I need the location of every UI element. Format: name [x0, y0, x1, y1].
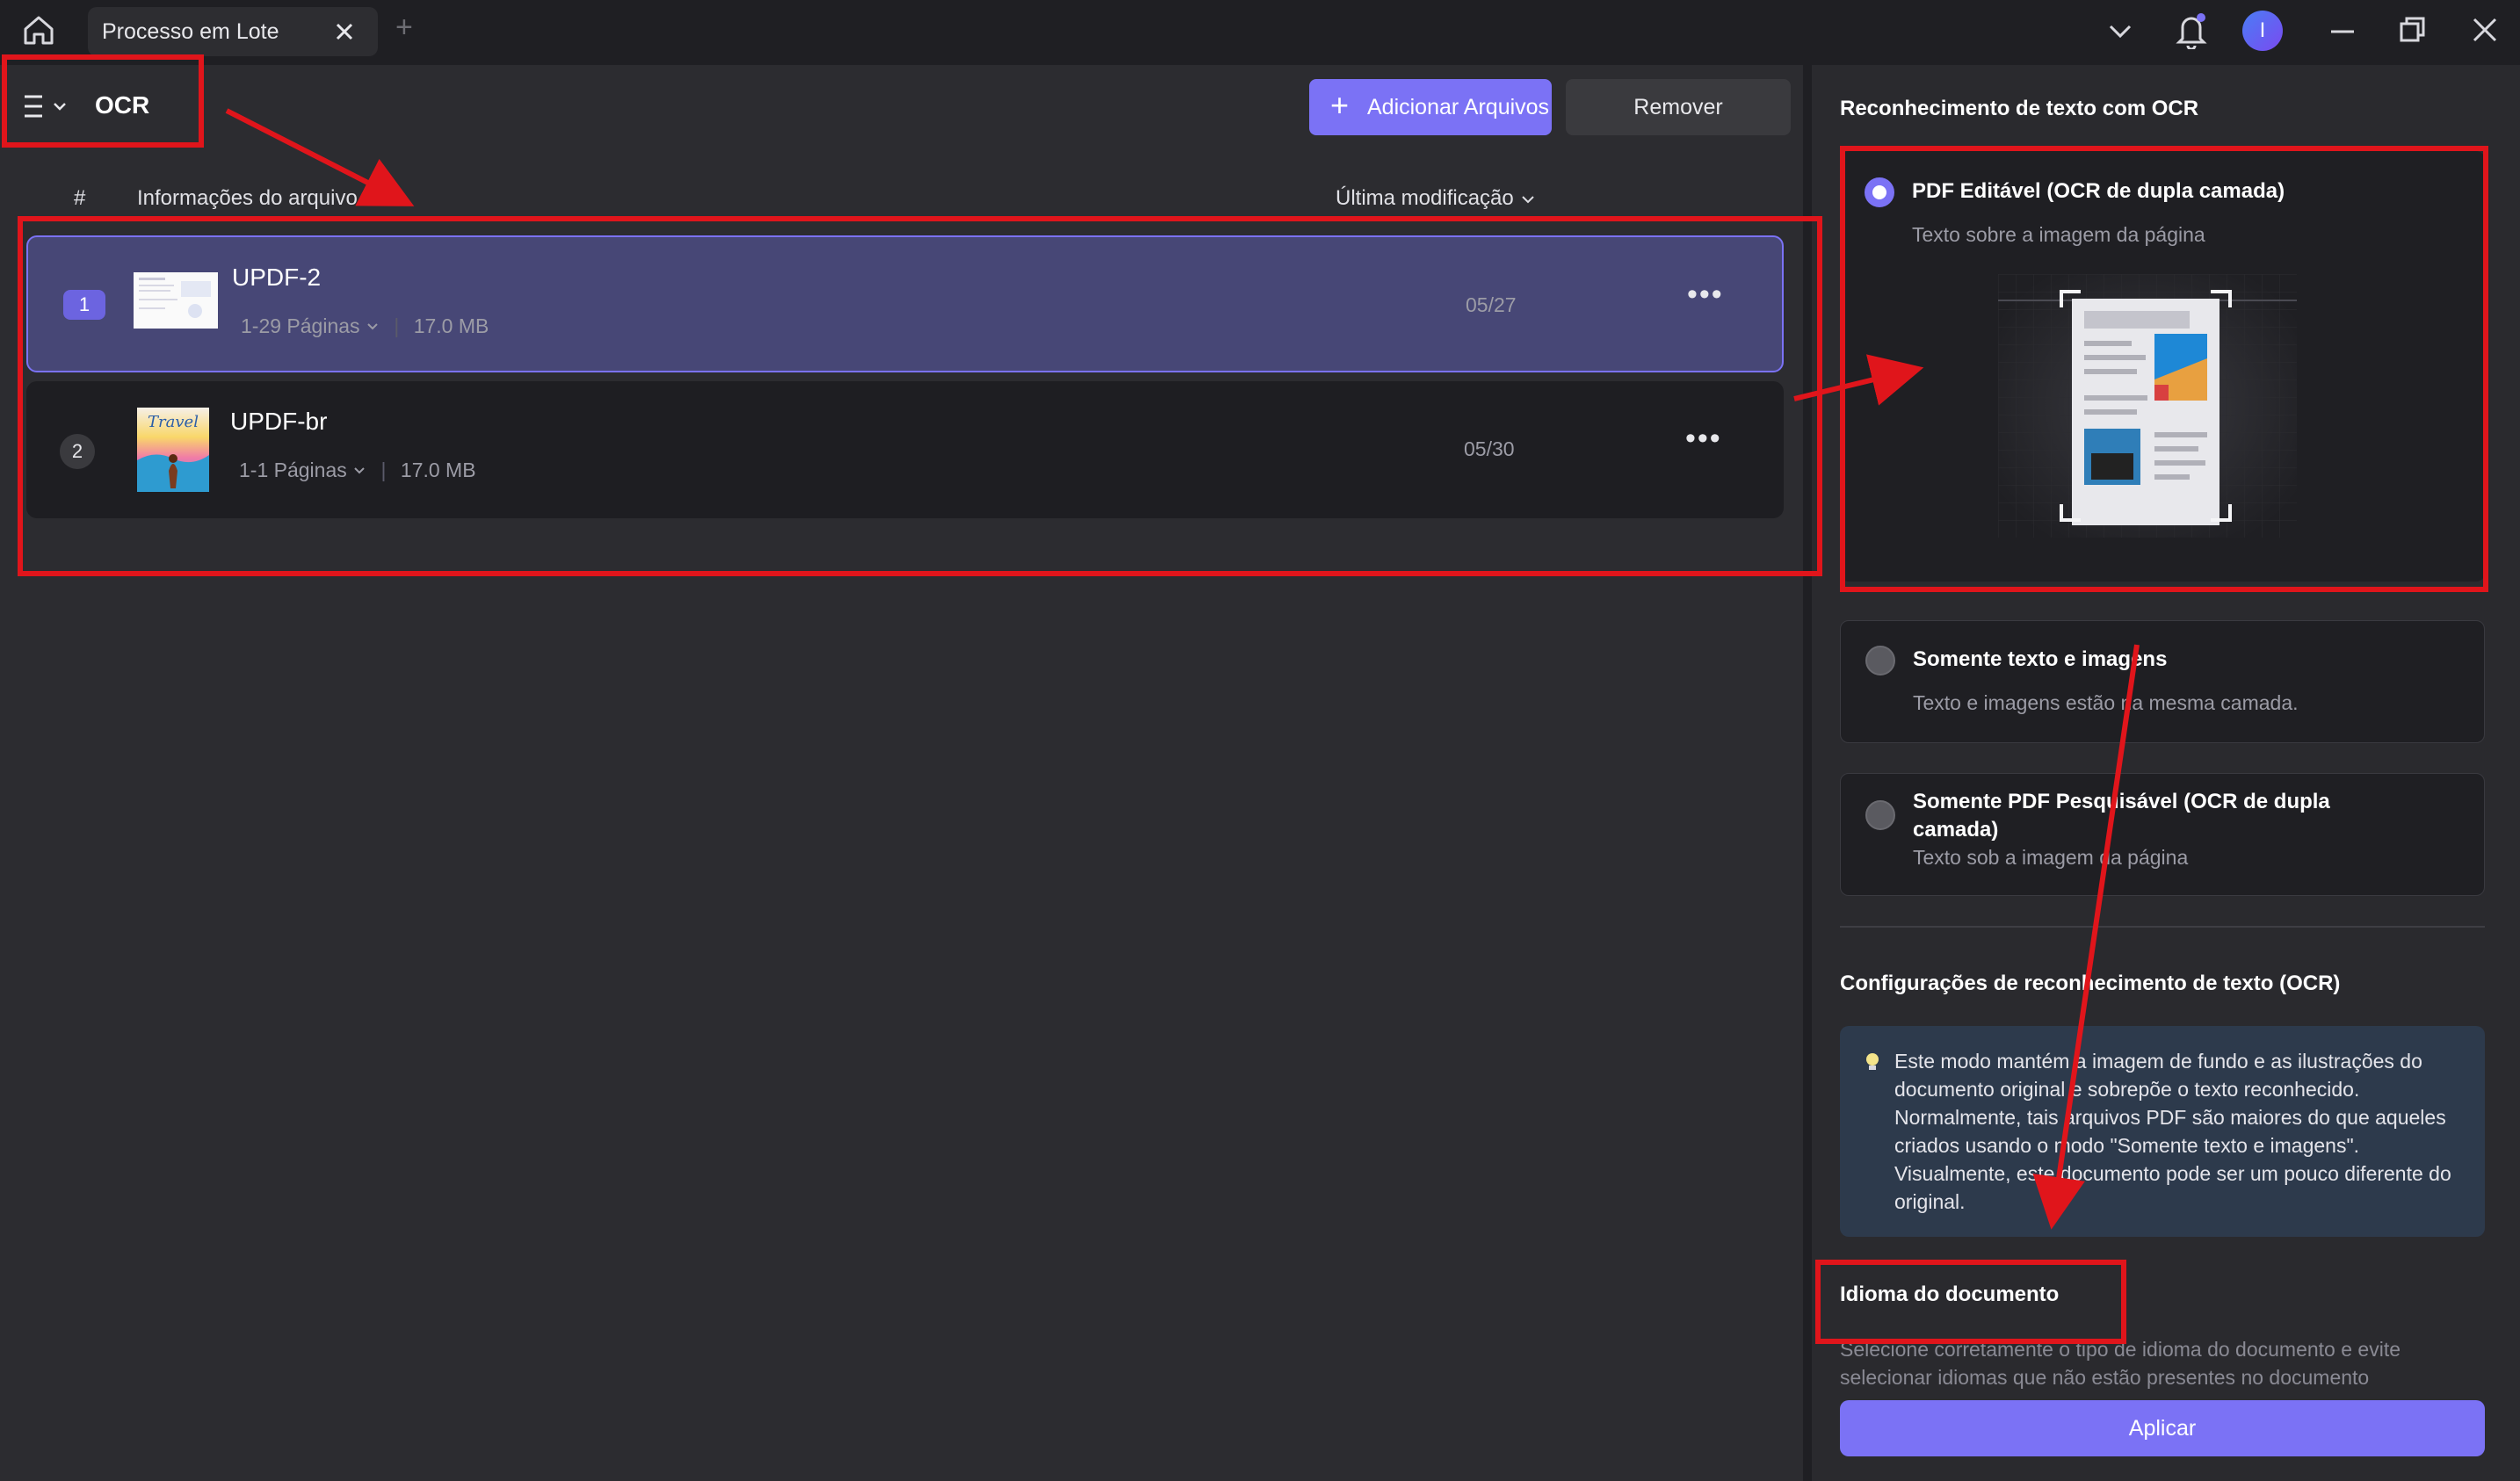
minimize-icon[interactable]	[2327, 16, 2358, 52]
add-files-label: Adicionar Arquivos	[1367, 95, 1550, 119]
tab-batch-process[interactable]: Processo em Lote	[88, 7, 378, 56]
restore-icon[interactable]	[2397, 14, 2429, 50]
ocr-settings-title: Configurações de reconhecimento de texto…	[1840, 972, 2341, 995]
lightbulb-icon	[1865, 1052, 1880, 1078]
option-text-and-images[interactable]: Somente texto e imagens Texto e imagens …	[1840, 620, 2485, 743]
close-icon[interactable]	[332, 19, 357, 48]
annotation-box-ocr-mode	[2, 54, 204, 148]
option-title: Somente PDF Pesquisável (OCR de dupla ca…	[1913, 790, 2330, 842]
tab-label: Processo em Lote	[102, 19, 279, 44]
option-desc: Texto sob a imagem da página	[1913, 846, 2189, 869]
avatar[interactable]: I	[2242, 11, 2283, 51]
radio-button[interactable]	[1865, 800, 1895, 830]
divider	[1840, 926, 2485, 928]
add-files-button[interactable]: + Adicionar Arquivos	[1309, 79, 1552, 135]
annotation-box-editable-pdf	[1840, 146, 2488, 592]
radio-button[interactable]	[1865, 646, 1895, 675]
ocr-section-title: Reconhecimento de texto com OCR	[1840, 97, 2199, 120]
info-text: Este modo mantém a imagem de fundo e as …	[1894, 1050, 2451, 1213]
close-window-icon[interactable]	[2469, 14, 2501, 50]
column-header-modified[interactable]: Última modificação	[1336, 186, 1537, 211]
column-header-info: Informações do arquivo	[137, 186, 358, 210]
option-desc: Texto e imagens estão na mesma camada.	[1913, 691, 2299, 714]
info-box: Este modo mantém a imagem de fundo e as …	[1840, 1026, 2485, 1237]
home-icon[interactable]	[21, 12, 56, 52]
annotation-box-file-list	[18, 216, 1822, 576]
option-title: Somente texto e imagens	[1913, 647, 2168, 671]
option-searchable-pdf[interactable]: Somente PDF Pesquisável (OCR de dupla ca…	[1840, 773, 2485, 896]
annotation-box-language	[1815, 1260, 2126, 1344]
chevron-down-icon[interactable]	[2105, 18, 2135, 48]
bell-icon[interactable]	[2174, 11, 2209, 54]
apply-button[interactable]: Aplicar	[1840, 1400, 2485, 1456]
chevron-down-icon	[1522, 195, 1535, 204]
column-header-modified-label: Última modificação	[1336, 186, 1514, 210]
remove-button[interactable]: Remover	[1566, 79, 1791, 135]
new-tab-plus-icon[interactable]: +	[395, 12, 413, 42]
column-header-index: #	[74, 186, 86, 210]
title-bar: Processo em Lote + I	[0, 0, 2520, 63]
plus-icon: +	[1330, 87, 1350, 123]
